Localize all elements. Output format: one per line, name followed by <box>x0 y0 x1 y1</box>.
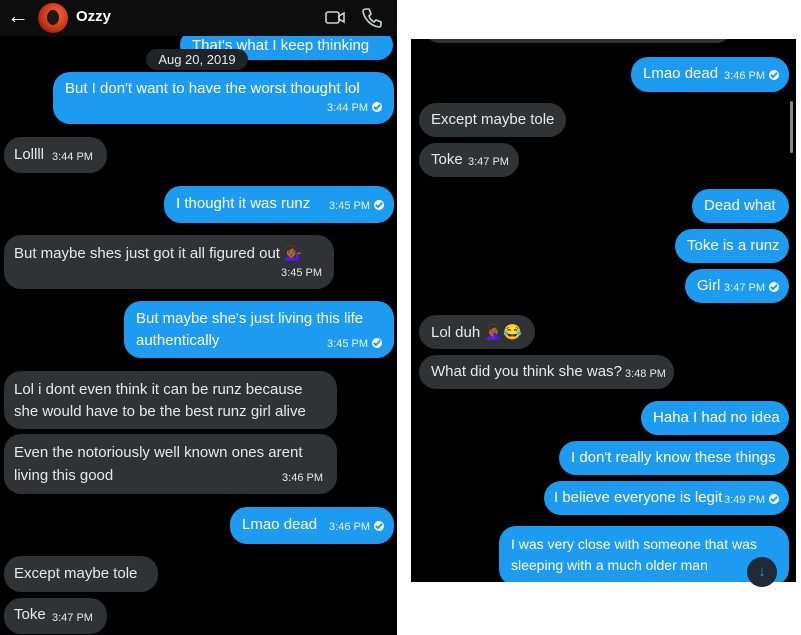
message-bubble-outgoing[interactable]: Lmao dead 3:46 PM <box>230 507 394 544</box>
message-text: I believe everyone is legit <box>554 489 723 506</box>
message-timestamp: 3:46 PM <box>724 70 779 82</box>
message-timestamp: 3:47 PM <box>724 282 779 294</box>
message-text: I thought it was runz <box>176 195 311 212</box>
message-text: Lmao dead <box>242 516 318 533</box>
message-text: Girl <box>697 277 721 294</box>
message-timestamp: 3:46 PM <box>329 521 384 533</box>
message-text: But maybe shes just got it all figured o… <box>14 245 303 262</box>
read-receipt-icon <box>372 102 382 113</box>
message-text: Except maybe tole <box>431 111 555 128</box>
message-bubble-outgoing[interactable]: I thought it was runz 3:45 PM <box>164 186 394 223</box>
message-text-line-1: Even the notoriously well known ones are… <box>14 444 303 461</box>
read-receipt-icon <box>374 200 384 211</box>
conversation-header: ← Ozzy <box>0 0 397 36</box>
message-bubble-incoming[interactable]: But maybe shes just got it all figured o… <box>4 235 334 289</box>
date-separator: Aug 20, 2019 <box>146 49 248 70</box>
message-text: Except maybe tole <box>14 565 138 582</box>
message-bubble-incoming[interactable]: Except maybe tole <box>4 556 158 592</box>
message-bubble-outgoing[interactable]: Girl 3:47 PM <box>685 269 789 303</box>
message-text: I don't really know these things <box>571 449 776 466</box>
message-text-line-2: living this good <box>14 467 114 484</box>
read-receipt-icon <box>769 282 779 293</box>
message-timestamp: 3:46 PM <box>282 472 323 484</box>
message-bubble-outgoing[interactable]: Lmao dead 3:46 PM <box>631 57 789 92</box>
message-text: Toke is a runz <box>687 237 780 254</box>
message-bubble-incoming[interactable]: Toke 3:47 PM <box>4 598 107 634</box>
message-bubble-incoming[interactable]: Even the notoriously well known ones are… <box>4 434 337 494</box>
message-timestamp: 3:44 PM <box>327 102 382 114</box>
message-bubble-outgoing[interactable]: But I don't want to have the worst thoug… <box>53 72 394 124</box>
message-text-line-1: Lol i dont even think it can be runz bec… <box>14 381 303 398</box>
message-text-line-2: sleeping with a much older man <box>511 557 708 573</box>
read-receipt-icon <box>374 521 384 532</box>
chat-panel-right: Lmao dead 3:46 PM Except maybe tole Toke… <box>411 39 796 582</box>
message-bubble-outgoing[interactable]: Toke is a runz <box>675 229 789 263</box>
message-bubble-incoming[interactable] <box>423 39 733 43</box>
video-camera-icon[interactable] <box>324 6 346 28</box>
message-text: But I don't want to have the worst thoug… <box>65 80 360 97</box>
message-bubble-outgoing[interactable]: But maybe she's just living this life au… <box>124 301 394 358</box>
message-bubble-outgoing[interactable]: I was very close with someone that was s… <box>499 526 789 582</box>
message-timestamp: 3:45 PM <box>327 338 382 350</box>
message-timestamp: 3:45 PM <box>281 267 322 279</box>
message-text-line-2: she would have to be the best runz girl … <box>14 403 306 420</box>
message-text: Toke <box>14 606 46 623</box>
message-bubble-incoming[interactable]: What did you think she was? 3:48 PM <box>419 355 674 389</box>
read-receipt-icon <box>372 338 382 349</box>
message-text: Dead what <box>704 197 776 214</box>
arrow-left-icon[interactable]: ← <box>7 4 29 28</box>
message-bubble-incoming[interactable]: Toke 3:47 PM <box>419 143 519 177</box>
message-text: Toke <box>431 151 463 168</box>
message-text-line-1: But maybe she's just living this life <box>136 310 364 327</box>
arrow-down-icon[interactable]: ↓ <box>747 557 777 587</box>
message-timestamp: 3:47 PM <box>52 612 93 624</box>
message-timestamp: 3:45 PM <box>329 200 384 212</box>
message-bubble-outgoing[interactable]: I don't really know these things <box>559 441 789 475</box>
scrollbar[interactable] <box>790 101 793 153</box>
message-timestamp: 3:44 PM <box>52 151 93 163</box>
message-bubble-outgoing[interactable]: Dead what <box>692 189 789 223</box>
message-bubble-outgoing[interactable]: Haha I had no idea <box>641 401 789 435</box>
message-bubble-incoming[interactable]: Lol duh 🤦🏾‍♀️😂 <box>419 315 535 349</box>
message-text: Lollll <box>14 146 45 163</box>
message-bubble-incoming[interactable]: Lollll 3:44 PM <box>4 137 107 173</box>
message-bubble-incoming[interactable]: Lol i dont even think it can be runz bec… <box>4 371 337 429</box>
message-bubble-incoming[interactable]: Except maybe tole <box>419 103 566 137</box>
message-text: What did you think she was? <box>431 363 622 380</box>
message-timestamp: 3:49 PM <box>724 494 779 506</box>
message-text: Lmao dead <box>643 65 719 82</box>
read-receipt-icon <box>769 494 779 505</box>
message-text-line-2: authentically <box>136 332 220 349</box>
read-receipt-icon <box>769 70 779 81</box>
message-timestamp: 3:48 PM <box>625 368 666 380</box>
message-text: Lol duh 🤦🏾‍♀️😂 <box>431 324 522 341</box>
message-bubble-outgoing[interactable]: I believe everyone is legit 3:49 PM <box>544 481 789 515</box>
message-timestamp: 3:47 PM <box>468 156 509 168</box>
message-text: Haha I had no idea <box>653 409 780 426</box>
chat-panel-left: That's what I keep thinking ← Ozzy Aug 2… <box>0 0 397 635</box>
phone-icon[interactable] <box>361 6 383 28</box>
contact-name[interactable]: Ozzy <box>76 8 111 25</box>
message-text-line-1: I was very close with someone that was <box>511 536 757 552</box>
avatar[interactable] <box>38 3 68 33</box>
